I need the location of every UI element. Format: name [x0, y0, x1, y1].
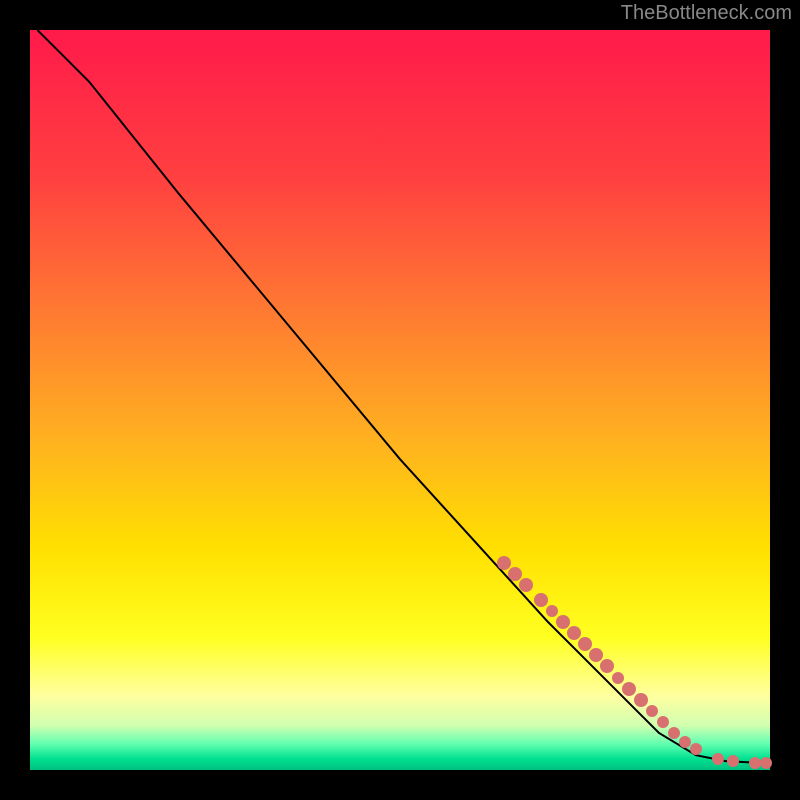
data-points-layer — [30, 30, 770, 770]
data-point — [760, 757, 772, 769]
data-point — [567, 626, 581, 640]
data-point — [634, 693, 648, 707]
data-point — [519, 578, 533, 592]
data-point — [679, 736, 691, 748]
data-point — [497, 556, 511, 570]
data-point — [668, 727, 680, 739]
data-point — [612, 672, 624, 684]
data-point — [589, 648, 603, 662]
data-point — [578, 637, 592, 651]
data-point — [727, 755, 739, 767]
data-point — [546, 605, 558, 617]
data-point — [690, 743, 702, 755]
plot-area — [30, 30, 770, 770]
data-point — [556, 615, 570, 629]
data-point — [712, 753, 724, 765]
data-point — [657, 716, 669, 728]
data-point — [646, 705, 658, 717]
attribution-text: TheBottleneck.com — [621, 2, 792, 25]
data-point — [622, 682, 636, 696]
data-point — [508, 567, 522, 581]
data-point — [534, 593, 548, 607]
data-point — [600, 659, 614, 673]
